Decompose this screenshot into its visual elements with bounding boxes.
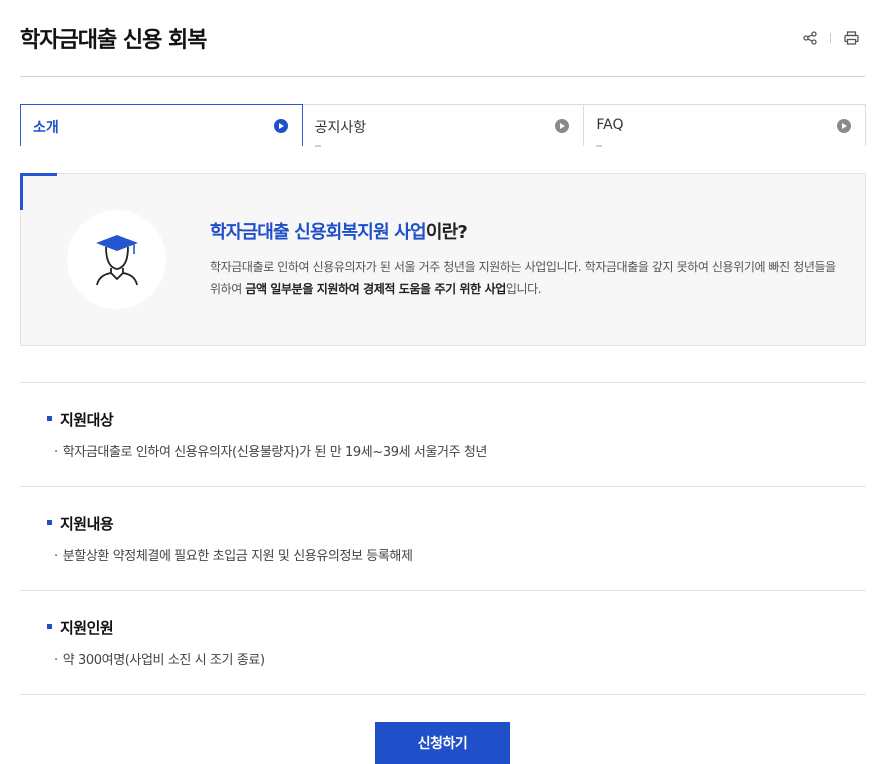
tab-faq-label: FAQ: [596, 117, 624, 133]
intro-title: 학자금대출 신용회복지원 사업이란?: [210, 218, 468, 244]
section-quota: 지원인원 약 300여명(사업비 소진 시 조기 종료): [20, 590, 866, 694]
intro-box: 학자금대출 신용회복지원 사업이란? 학자금대출로 인하여 신용유의자가 된 서…: [20, 173, 866, 346]
page-header: 학자금대출 신용 회복: [20, 0, 865, 77]
section-title: 지원대상: [60, 411, 114, 429]
tab-marker: [596, 145, 603, 147]
graduate-icon: [67, 210, 166, 309]
section-title: 지원내용: [60, 515, 114, 533]
intro-description: 학자금대출로 인하여 신용유의자가 된 서울 거주 청년을 지원하는 사업입니다…: [210, 256, 840, 300]
section-target: 지원대상 학자금대출로 인하여 신용유의자(신용불량자)가 된 만 19세~39…: [20, 382, 866, 486]
intro-title-rest: 이란?: [425, 222, 468, 243]
section-item: 약 300여명(사업비 소진 시 조기 종료): [54, 649, 265, 668]
section-bullet: [47, 416, 52, 421]
section-title: 지원인원: [60, 619, 114, 637]
section-item: 학자금대출로 인하여 신용유의자(신용불량자)가 된 만 19세~39세 서울거…: [54, 441, 488, 460]
print-icon[interactable]: [841, 28, 861, 48]
apply-button[interactable]: 신청하기: [375, 722, 510, 764]
corner-accent: [20, 173, 57, 210]
tab-notice-label: 공지사항: [314, 120, 367, 136]
tab-intro[interactable]: 소개: [20, 104, 303, 146]
tab-marker: [314, 145, 321, 147]
header-tools: [800, 28, 861, 48]
section-bullet: [47, 520, 52, 525]
tab-faq[interactable]: FAQ: [583, 104, 867, 147]
arrow-right-icon: [273, 119, 288, 133]
section-bullet: [47, 624, 52, 629]
tab-intro-label: 소개: [33, 120, 59, 136]
section-content: 지원내용 분할상환 약정체결에 필요한 초입금 지원 및 신용유의정보 등록해제: [20, 486, 866, 590]
intro-desc-part2: 입니다.: [505, 282, 542, 296]
section-item: 분할상환 약정체결에 필요한 초입금 지원 및 신용유의정보 등록해제: [54, 545, 413, 564]
intro-title-highlight: 학자금대출 신용회복지원 사업: [210, 222, 427, 243]
tool-divider: [830, 33, 831, 43]
arrow-right-icon: [555, 119, 570, 133]
tab-bar: 소개 공지사항 FAQ: [20, 104, 867, 147]
page-title: 학자금대출 신용 회복: [20, 28, 207, 53]
divider: [20, 694, 866, 695]
share-icon[interactable]: [800, 28, 820, 48]
arrow-right-icon: [837, 119, 852, 133]
intro-desc-bold: 금액 일부분을 지원하여 경제적 도움을 주기 위한 사업: [245, 282, 506, 296]
tab-notice[interactable]: 공지사항: [301, 104, 585, 147]
